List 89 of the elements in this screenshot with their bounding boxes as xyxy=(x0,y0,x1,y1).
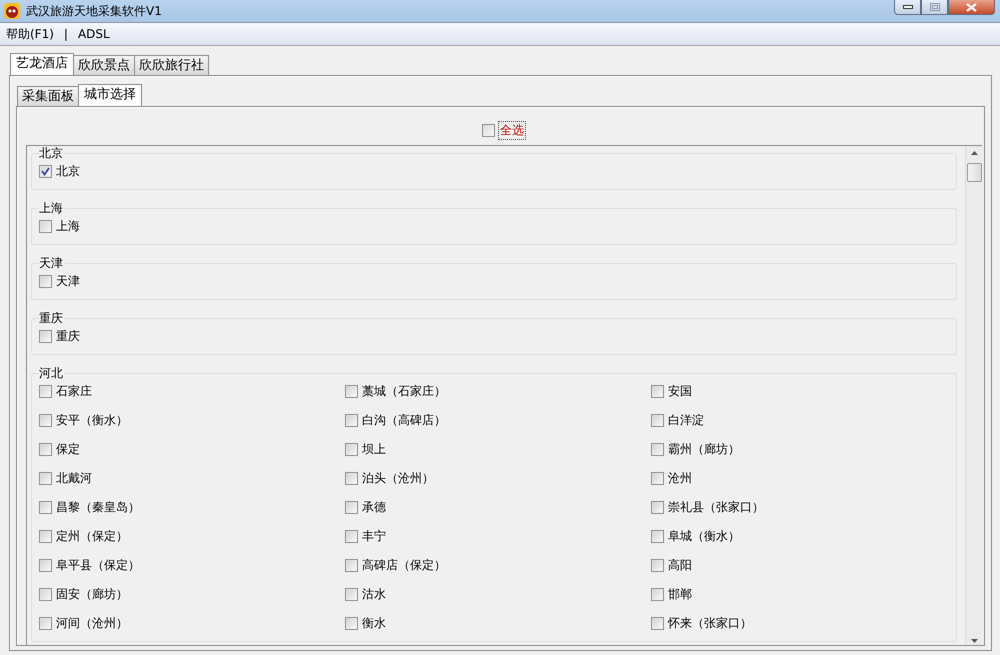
menu-item[interactable]: ADSL xyxy=(78,27,110,41)
checkbox[interactable] xyxy=(345,616,358,630)
close-icon xyxy=(966,2,977,12)
checkbox[interactable] xyxy=(651,500,664,514)
checkbox[interactable] xyxy=(651,558,664,572)
checkbox-label[interactable]: 昌黎（秦皇岛） xyxy=(56,498,140,516)
group-title: 河北 xyxy=(39,366,64,380)
checkbox[interactable] xyxy=(39,274,52,288)
checkbox[interactable] xyxy=(39,330,52,342)
menu-separator: | xyxy=(64,27,68,41)
checkbox-label[interactable]: 坝上 xyxy=(362,440,386,458)
checkbox[interactable] xyxy=(39,530,52,542)
checkbox[interactable] xyxy=(651,530,664,542)
checkbox[interactable] xyxy=(39,442,52,456)
checkbox[interactable] xyxy=(345,500,358,514)
tab[interactable]: 采集面板 xyxy=(17,86,79,106)
window-title: 武汉旅游天地采集软件V1 xyxy=(26,2,162,20)
tab[interactable]: 城市选择 xyxy=(78,84,142,106)
checkbox-label[interactable]: 安平（衡水） xyxy=(56,412,128,428)
checkbox-label[interactable]: 承德 xyxy=(362,498,386,516)
maximize-icon xyxy=(930,3,940,11)
checkbox[interactable] xyxy=(345,384,358,398)
checkbox[interactable] xyxy=(39,164,52,178)
tab[interactable]: 欣欣景点 xyxy=(73,55,135,75)
checkbox[interactable] xyxy=(39,558,52,572)
checkbox[interactable] xyxy=(345,530,358,542)
checkbox-label[interactable]: 天津 xyxy=(56,272,80,290)
checkbox[interactable] xyxy=(651,384,664,398)
checkbox-label[interactable]: 邯郸 xyxy=(668,586,692,602)
checkbox-label[interactable]: 保定 xyxy=(56,440,80,458)
tab[interactable]: 艺龙酒店 xyxy=(10,53,74,75)
checkbox-label[interactable]: 北京 xyxy=(56,162,80,180)
checkbox[interactable] xyxy=(345,588,358,600)
checkbox-label[interactable]: 北戴河 xyxy=(56,470,92,486)
group-title: 北京 xyxy=(39,146,64,160)
checkbox-label[interactable]: 藁城（石家庄） xyxy=(362,382,446,400)
tab[interactable]: 欣欣旅行社 xyxy=(134,55,209,75)
checkbox-label[interactable]: 白洋淀 xyxy=(668,412,704,428)
minimize-icon xyxy=(902,5,912,9)
checkbox[interactable] xyxy=(345,414,358,426)
checkbox-label[interactable]: 沽水 xyxy=(362,586,386,602)
checkbox[interactable] xyxy=(39,472,52,484)
checkbox[interactable] xyxy=(345,472,358,484)
checkbox-label[interactable]: 固安（廊坊） xyxy=(56,586,128,602)
menu-item[interactable]: 帮助(F1) xyxy=(6,26,54,42)
scrollbar-thumb[interactable] xyxy=(966,163,982,182)
checkbox[interactable] xyxy=(39,588,52,600)
checkbox-label[interactable]: 衡水 xyxy=(362,614,386,632)
checkbox-label[interactable]: 安国 xyxy=(668,382,692,400)
group-title: 天津 xyxy=(39,256,64,270)
checkbox[interactable] xyxy=(651,616,664,630)
group-title: 上海 xyxy=(39,201,64,215)
checkbox[interactable] xyxy=(345,442,358,456)
checkbox-label[interactable]: 河间（沧州） xyxy=(56,614,128,632)
checkbox-label[interactable]: 定州（保定） xyxy=(56,528,128,544)
checkbox[interactable] xyxy=(651,414,664,426)
select-all-label[interactable]: 全选 xyxy=(498,120,526,140)
checkbox-label[interactable]: 崇礼县（张家口） xyxy=(668,498,764,516)
checkbox-label[interactable]: 泊头（沧州） xyxy=(362,470,434,486)
checkbox[interactable] xyxy=(651,442,664,456)
checkbox[interactable] xyxy=(651,472,664,484)
checkbox-label[interactable]: 怀来（张家口） xyxy=(668,614,752,632)
checkbox-label[interactable]: 石家庄 xyxy=(56,382,92,400)
checkbox[interactable] xyxy=(482,124,495,136)
scroll-down-icon[interactable] xyxy=(970,639,978,643)
scrollbar[interactable] xyxy=(965,146,982,645)
checkbox-label[interactable]: 阜平县（保定） xyxy=(56,556,140,574)
checkbox-label[interactable]: 重庆 xyxy=(56,328,80,344)
checkbox[interactable] xyxy=(345,558,358,572)
checkbox[interactable] xyxy=(39,500,52,514)
checkbox-label[interactable]: 高阳 xyxy=(668,556,692,574)
checkbox-label[interactable]: 霸州（廊坊） xyxy=(668,440,740,458)
checkbox-label[interactable]: 阜城（衡水） xyxy=(668,528,740,544)
checkbox[interactable] xyxy=(651,588,664,600)
checkbox-label[interactable]: 高碑店（保定） xyxy=(362,556,446,574)
minimize-button[interactable] xyxy=(894,0,921,15)
close-button[interactable] xyxy=(948,0,995,15)
checkbox[interactable] xyxy=(39,414,52,426)
scroll-up-icon[interactable] xyxy=(970,151,978,155)
checkbox-label[interactable]: 白沟（高碑店） xyxy=(362,412,446,428)
checkbox-label[interactable]: 沧州 xyxy=(668,470,692,486)
checkbox-label[interactable]: 上海 xyxy=(56,218,80,234)
group-title: 重庆 xyxy=(39,311,64,325)
checkbox-label[interactable]: 丰宁 xyxy=(362,528,386,544)
maximize-button[interactable] xyxy=(921,0,948,15)
checkbox[interactable] xyxy=(39,616,52,630)
checkbox[interactable] xyxy=(39,384,52,398)
checkbox[interactable] xyxy=(39,220,52,232)
app-logo-icon xyxy=(4,3,20,19)
